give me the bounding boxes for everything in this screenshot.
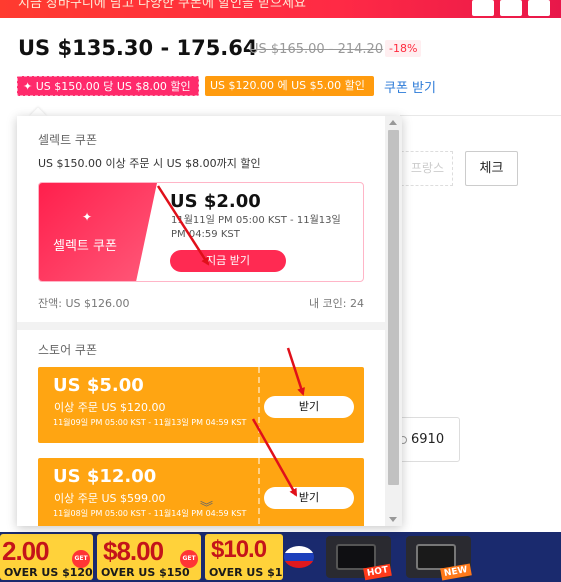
top-banner-text: 지금 장바구니에 담고 다양한 쿠폰에 할인을 받으세요 [18, 0, 306, 11]
balance-text: 잔액: US $126.00 [38, 297, 130, 310]
quantity-value: 6910 [411, 432, 445, 447]
store-coupon-value: US $5.00 [53, 375, 144, 396]
store-coupon-chip[interactable]: US $120.00 에 US $5.00 할인 [205, 76, 374, 96]
get-coupons-link[interactable]: 쿠폰 받기 [384, 77, 436, 96]
scroll-more-icon[interactable]: ︾ [200, 502, 213, 515]
store-coupon-condition: 이상 주문 US $120.00 [54, 401, 166, 414]
select-coupon-card: ✦ 셀렉트 쿠폰 US $2.00 11월11일 PM 05:00 KST - … [38, 182, 364, 282]
select-card-banner: ✦ 셀렉트 쿠폰 [39, 183, 157, 281]
collect-now-button[interactable]: 지금 받기 [170, 250, 286, 272]
section-divider [400, 115, 561, 116]
sparkle-icon: ✦ [82, 210, 93, 224]
popup-scroll-area[interactable]: 셀렉트 쿠폰 US $150.00 이상 주문 시 US $8.00까지 할인 … [17, 116, 385, 526]
scroll-down-icon[interactable] [389, 517, 397, 522]
section-separator [17, 322, 385, 330]
get-badge: GET [180, 550, 198, 568]
store-coupon-card: US $5.00 이상 주문 US $120.00 11월09일 PM 05:0… [38, 367, 364, 443]
promo-condition: OVER US $120 [209, 566, 283, 579]
select-coupon-title: 셀렉트 쿠폰 [38, 133, 98, 147]
bottom-promo-banner[interactable]: 2.00 OVER US $120 GET $8.00 OVER US $150… [0, 532, 561, 582]
store-coupon-get-button[interactable]: 받기 [264, 396, 354, 418]
price-range: US $135.30 - 175.64 [18, 36, 258, 60]
countdown-timer [464, 0, 561, 18]
store-coupon-dates: 11월08일 PM 05:00 KST - 11월14일 PM 04:59 KS… [53, 509, 247, 518]
promo-amount: $8.00 [103, 536, 164, 566]
promo-tile-1[interactable]: 2.00 OVER US $120 GET [0, 534, 93, 580]
discount-badge: -18% [385, 40, 422, 57]
select-coupon-chip[interactable]: ✦ US $150.00 당 US $8.00 할인 [17, 76, 199, 96]
scroll-thumb[interactable] [388, 130, 399, 485]
select-coupon-description: US $150.00 이상 주문 시 US $8.00까지 할인 [38, 157, 261, 170]
product-thumb-2[interactable]: NEW [406, 536, 472, 581]
store-coupon-dates: 11월09일 PM 05:00 KST - 11월13일 PM 04:59 KS… [53, 418, 247, 427]
popup-scrollbar[interactable] [385, 116, 402, 526]
coins-text: 내 코인: 24 [308, 297, 364, 310]
promo-tile-3[interactable]: $10.0 OVER US $120 [205, 534, 283, 580]
check-button[interactable]: 체크 [465, 151, 518, 186]
russia-flag-icon [284, 546, 314, 568]
product-thumb-1[interactable]: HOT [326, 536, 392, 581]
coupon-perforation [258, 367, 260, 443]
top-promo-banner[interactable]: 지금 장바구니에 담고 다양한 쿠폰에 할인을 받으세요 [0, 0, 561, 18]
store-coupon-get-button[interactable]: 받기 [264, 487, 354, 509]
promo-amount: $10.0 [211, 536, 267, 563]
get-badge: GET [72, 550, 90, 568]
promo-amount: 2.00 [2, 536, 50, 566]
store-coupon-value: US $12.00 [53, 466, 157, 487]
select-coupon-value: US $2.00 [170, 191, 261, 212]
coupon-popup: 셀렉트 쿠폰 US $150.00 이상 주문 시 US $8.00까지 할인 … [17, 116, 402, 526]
product-page: 지금 장바구니에 담고 다양한 쿠폰에 할인을 받으세요 US $135.30 … [0, 0, 561, 582]
promo-condition: OVER US $150 [101, 566, 190, 579]
select-coupon-dates: 11월11일 PM 05:00 KST - 11월13일 PM 04:59 KS… [171, 215, 341, 240]
store-coupon-condition: 이상 주문 US $599.00 [54, 492, 166, 505]
original-price: US $165.00 - 214.20 [249, 42, 384, 57]
select-card-label: 셀렉트 쿠폰 [53, 239, 117, 254]
promo-tile-2[interactable]: $8.00 OVER US $150 GET [97, 534, 201, 580]
coupon-perforation [258, 458, 260, 526]
scroll-up-icon[interactable] [389, 120, 397, 125]
store-coupon-title: 스토어 쿠폰 [38, 343, 98, 357]
